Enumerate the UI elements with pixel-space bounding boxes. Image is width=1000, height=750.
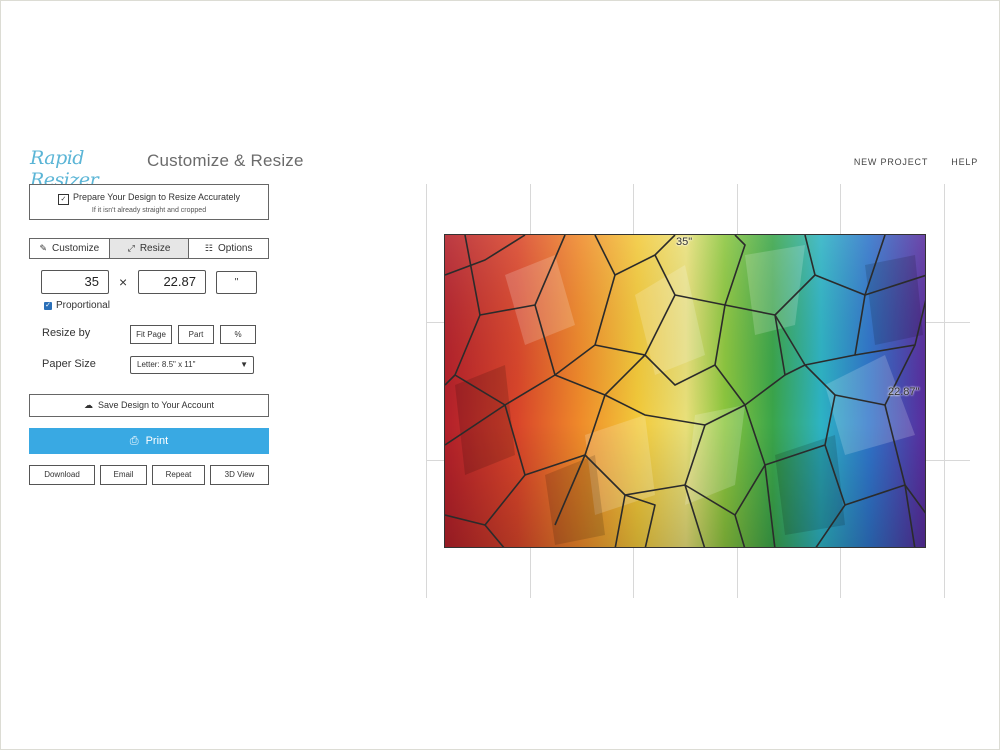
email-button[interactable]: Email: [100, 465, 147, 485]
resize-by-label: Resize by: [42, 327, 91, 339]
page-guide: [426, 184, 427, 598]
save-design-label: Save Design to Your Account: [97, 400, 215, 410]
top-nav: NEW PROJECT HELP: [834, 157, 978, 167]
proportional-checkbox[interactable]: ✓ Proportional: [44, 300, 110, 311]
repeat-button[interactable]: Repeat: [152, 465, 205, 485]
checkbox-icon: ✓: [57, 194, 69, 205]
resize-arrows-icon: ⤢: [127, 243, 135, 253]
width-dimension-label: 35": [676, 236, 693, 248]
page-title: Customize & Resize: [147, 151, 304, 170]
tab-resize-label: Resize: [139, 243, 171, 254]
tab-options[interactable]: ☷ Options: [189, 239, 268, 258]
mode-tabs: ✎ Customize ⤢ Resize ☷ Options: [29, 238, 269, 259]
3d-view-button[interactable]: 3D View: [210, 465, 269, 485]
new-project-link[interactable]: NEW PROJECT: [854, 157, 928, 167]
print-label: Print: [145, 435, 169, 447]
prepare-design-button[interactable]: ✓ Prepare Your Design to Resize Accuratel…: [29, 184, 269, 220]
download-button[interactable]: Download: [29, 465, 95, 485]
printer-icon: ⎙: [129, 435, 139, 447]
proportional-label: Proportional: [56, 300, 110, 311]
tab-customize-label: Customize: [51, 243, 100, 254]
height-input[interactable]: 22.87: [138, 270, 206, 294]
tab-options-label: Options: [217, 243, 253, 254]
chevron-down-icon: ▼: [240, 360, 248, 369]
help-link[interactable]: HELP: [951, 157, 978, 167]
height-dimension-label: 22.87": [888, 386, 920, 398]
tab-customize[interactable]: ✎ Customize: [30, 239, 110, 258]
print-button[interactable]: ⎙ Print: [29, 428, 269, 454]
fit-page-button[interactable]: Fit Page: [130, 325, 172, 344]
tab-resize[interactable]: ⤢ Resize: [109, 239, 190, 258]
rapid-resizer-logo[interactable]: Rapid Resizer: [30, 147, 136, 191]
paper-size-value: Letter: 8.5" x 11": [137, 360, 196, 369]
times-sign: ×: [119, 274, 128, 290]
pencil-icon: ✎: [39, 243, 47, 253]
design-preview-image[interactable]: [444, 234, 926, 548]
cloud-upload-icon: ☁: [83, 400, 93, 410]
page-guide: [944, 184, 945, 598]
checkbox-checked-icon: ✓: [44, 301, 52, 310]
percent-button[interactable]: %: [220, 325, 256, 344]
save-design-button[interactable]: ☁ Save Design to Your Account: [29, 394, 269, 417]
unit-select[interactable]: ": [216, 271, 257, 294]
paper-size-select[interactable]: Letter: 8.5" x 11" ▼: [130, 356, 254, 374]
prepare-subtitle: If it isn't already straight and cropped: [91, 207, 207, 214]
sliders-icon: ☷: [204, 243, 213, 253]
width-input[interactable]: 35: [41, 270, 109, 294]
paper-size-label: Paper Size: [42, 358, 96, 370]
part-button[interactable]: Part: [178, 325, 214, 344]
stained-glass-artwork: [445, 235, 925, 547]
prepare-title: Prepare Your Design to Resize Accurately: [72, 192, 241, 202]
